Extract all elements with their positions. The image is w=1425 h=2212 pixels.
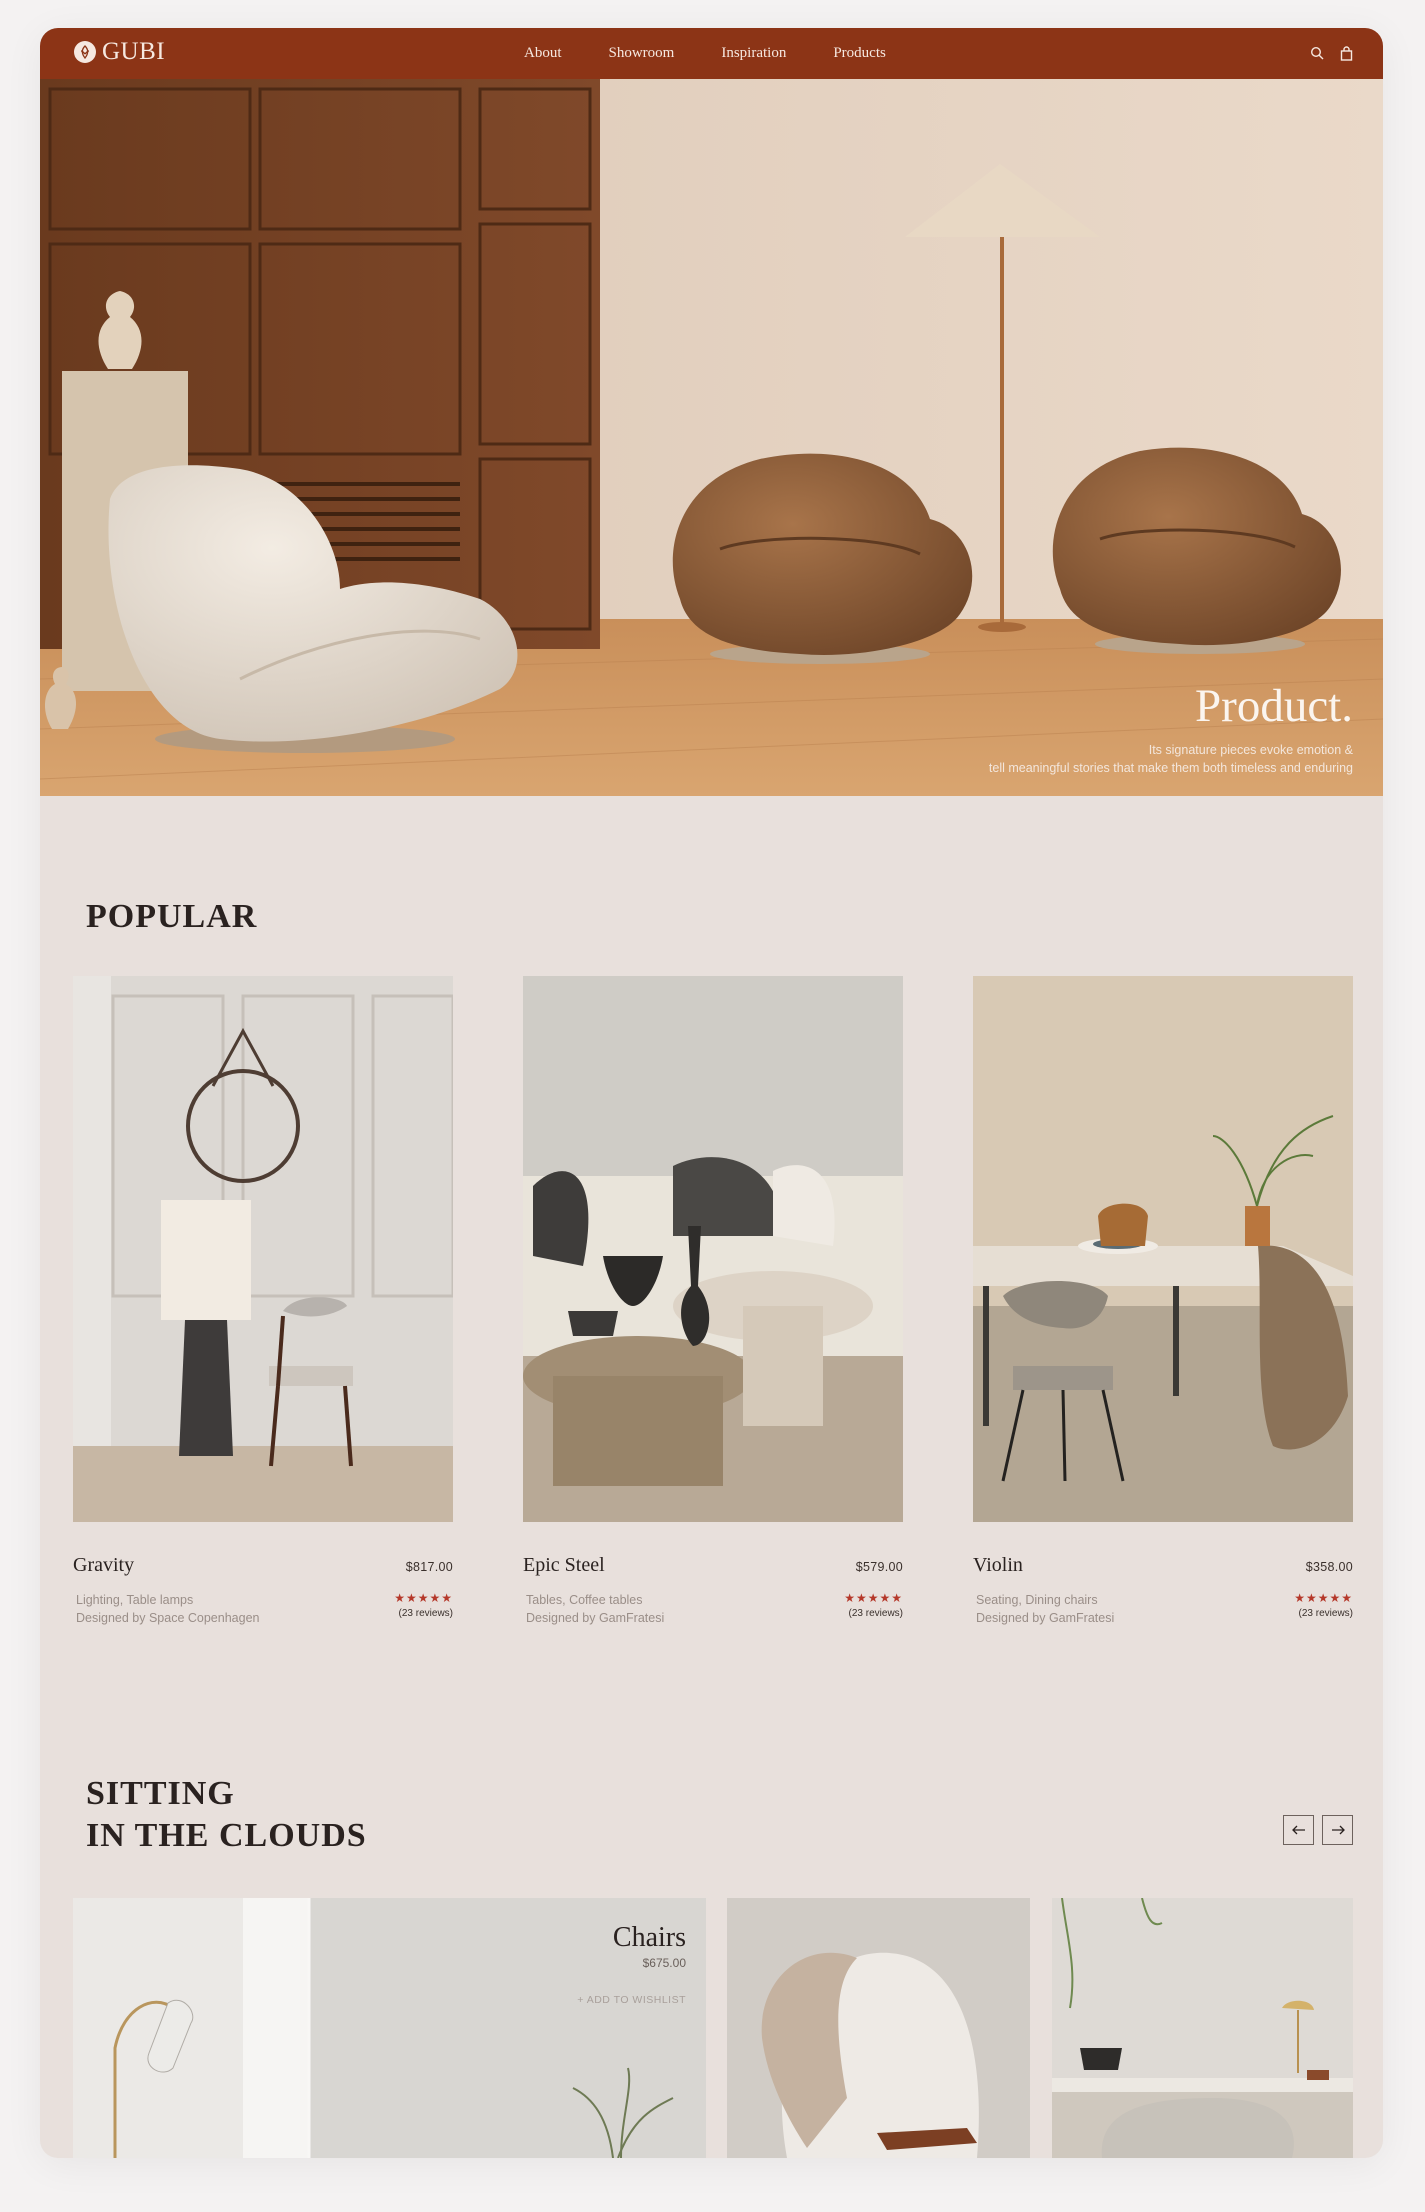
product-category: Tables, Coffee tables — [526, 1593, 643, 1607]
nav-showroom[interactable]: Showroom — [609, 45, 675, 62]
product-name[interactable]: Epic Steel — [523, 1554, 605, 1577]
product-price: $358.00 — [1305, 1560, 1353, 1574]
clouds-heading-line-1: SITTING — [86, 1775, 235, 1812]
carousel-controls — [1283, 1815, 1353, 1845]
arrow-right-icon — [1331, 1825, 1345, 1835]
product-rating: ★★★★★ (23 reviews) — [394, 1591, 453, 1627]
product-meta: Tables, Coffee tables Designed by GamFra… — [523, 1591, 664, 1627]
featured-name[interactable]: Chairs — [577, 1922, 686, 1954]
hero-banner: Product. Its signature pieces evoke emot… — [40, 79, 1383, 796]
clouds-heading-line-2: IN THE CLOUDS — [86, 1817, 367, 1854]
main-nav: About Showroom Inspiration Products — [524, 28, 933, 79]
review-count[interactable]: (23 reviews) — [1294, 1608, 1353, 1619]
carousel-next-button[interactable] — [1322, 1815, 1353, 1845]
popular-heading: POPULAR — [86, 898, 258, 935]
review-count[interactable]: (23 reviews) — [844, 1608, 903, 1619]
bag-icon[interactable] — [1340, 46, 1353, 61]
hero-subtitle-line-2: tell meaningful stories that make them b… — [988, 761, 1353, 775]
nav-inspiration[interactable]: Inspiration — [721, 45, 786, 62]
product-designer: Designed by GamFratesi — [976, 1611, 1115, 1625]
product-price: $579.00 — [855, 1560, 903, 1574]
carousel-tile[interactable] — [1052, 1898, 1353, 2158]
arrow-left-icon — [1291, 1825, 1305, 1835]
product-price: $817.00 — [405, 1560, 453, 1574]
product-card[interactable]: Violin $358.00 Seating, Dining chairs De… — [973, 976, 1353, 1627]
product-category: Lighting, Table lamps — [76, 1593, 194, 1607]
product-rating: ★★★★★ (23 reviews) — [1294, 1591, 1353, 1627]
product-category: Seating, Dining chairs — [976, 1593, 1098, 1607]
product-designer: Designed by Space Copenhagen — [76, 1611, 260, 1625]
carousel-image — [1052, 1898, 1353, 2158]
product-meta: Lighting, Table lamps Designed by Space … — [73, 1591, 259, 1627]
rating-stars: ★★★★★ — [1294, 1591, 1353, 1605]
carousel-tile[interactable] — [727, 1898, 1030, 2158]
hero-image — [40, 79, 1383, 796]
carousel-prev-button[interactable] — [1283, 1815, 1314, 1845]
product-meta: Seating, Dining chairs Designed by GamFr… — [973, 1591, 1114, 1627]
product-image[interactable] — [973, 976, 1353, 1522]
product-image[interactable] — [73, 976, 453, 1522]
hero-subtitle-line-1: Its signature pieces evoke emotion & — [1148, 743, 1353, 757]
hero-title: Product. — [1195, 680, 1353, 732]
product-card[interactable]: Gravity $817.00 Lighting, Table lamps De… — [73, 976, 453, 1627]
logo-emblem-icon — [74, 41, 96, 63]
brand-logo[interactable]: GUBI — [74, 38, 165, 66]
hero-subtitle: Its signature pieces evoke emotion & tel… — [893, 741, 1353, 777]
carousel-tile-featured[interactable]: Chairs $675.00 + ADD TO WISHLIST — [73, 1898, 706, 2158]
top-nav-bar: GUBI About Showroom Inspiration Products — [40, 28, 1383, 79]
nav-products[interactable]: Products — [833, 45, 886, 62]
featured-price: $675.00 — [642, 1956, 686, 1970]
rating-stars: ★★★★★ — [394, 1591, 453, 1605]
search-icon[interactable] — [1310, 46, 1324, 61]
product-card[interactable]: Epic Steel $579.00 Tables, Coffee tables… — [523, 976, 903, 1627]
product-name[interactable]: Gravity — [73, 1554, 134, 1577]
rating-stars: ★★★★★ — [844, 1591, 903, 1605]
carousel-image — [727, 1898, 1030, 2158]
nav-about[interactable]: About — [524, 45, 562, 62]
header-actions — [1310, 46, 1353, 61]
page-frame: GUBI About Showroom Inspiration Products — [40, 28, 1383, 2158]
featured-label: Chairs $675.00 + ADD TO WISHLIST — [577, 1922, 686, 2006]
add-to-wishlist-link[interactable]: + ADD TO WISHLIST — [577, 1994, 686, 2006]
review-count[interactable]: (23 reviews) — [394, 1608, 453, 1619]
product-rating: ★★★★★ (23 reviews) — [844, 1591, 903, 1627]
product-name[interactable]: Violin — [973, 1554, 1023, 1577]
product-designer: Designed by GamFratesi — [526, 1611, 665, 1625]
clouds-heading: SITTING IN THE CLOUDS — [86, 1773, 367, 1857]
product-image[interactable] — [523, 976, 903, 1522]
brand-name: GUBI — [102, 38, 166, 65]
